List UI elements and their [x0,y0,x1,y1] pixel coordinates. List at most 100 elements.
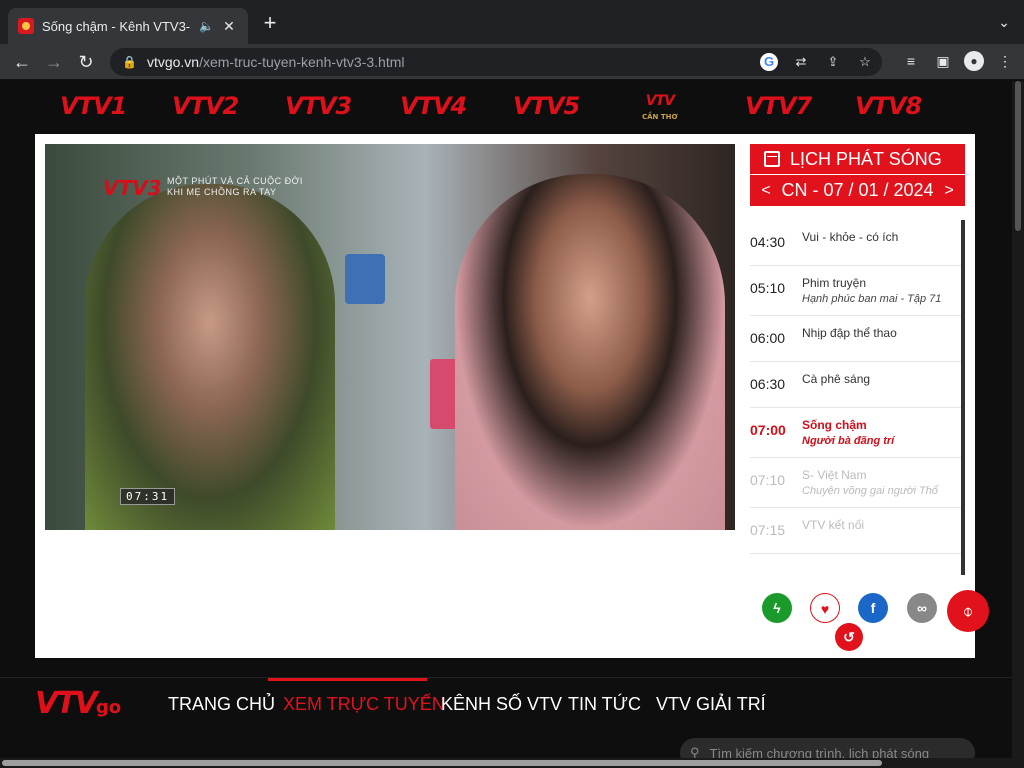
next-day-button[interactable]: > [941,182,957,200]
watermark-line-2: KHI MẸ CHỒNG RA TAY [167,187,277,197]
schedule-item-name: VTV kết nối [802,518,865,532]
site-navbar: VTVgo TRANG CHỦ XEM TRỰC TUYẾN KÊNH SỐ V… [0,677,1012,768]
schedule-item-time: 07:10 [750,472,786,488]
profile-avatar-icon[interactable]: ● [964,51,984,71]
schedule-title: LỊCH PHÁT SÓNG [790,148,942,169]
channel-vtv2[interactable]: VTV2 [172,91,239,121]
action-buttons: ϟ ♥ f ∞ ↺ [762,593,962,653]
schedule-item-time: 04:30 [750,234,786,250]
watermark-line-1: MỘT PHÚT VÀ CẢ CUỘC ĐỜI [167,176,303,186]
forward-button[interactable]: → [42,50,66,74]
flash-icon[interactable]: ϟ [762,593,792,623]
back-button[interactable]: ← [10,50,34,74]
close-icon[interactable]: ✕ [220,18,238,35]
nav-entertainment[interactable]: VTV GIẢI TRÍ [656,694,766,715]
schedule-item-time: 07:00 [750,422,786,438]
horizontal-scrollbar[interactable] [0,758,1012,768]
schedule-item[interactable]: 05:10 Phim truyện Hạnh phúc ban mai - Tậ… [750,266,961,316]
schedule-item[interactable]: 07:15 VTV kết nối [750,508,961,554]
nav-vtv-digital[interactable]: KÊNH SỐ VTV [441,694,562,715]
schedule-item[interactable]: 07:10 S- Việt Nam Chuyện võng gai người … [750,458,961,508]
schedule-item[interactable]: 06:30 Cà phê sáng [750,362,961,408]
video-frame-person-right [455,174,725,530]
browser-tabbar: Sống chậm - Kênh VTV3- 🔈 ✕ + ⌄ [0,0,1024,44]
facebook-icon[interactable]: f [858,593,888,623]
channel-vtv1[interactable]: VTV1 [60,91,127,121]
schedule-item-name: Vui - khỏe - có ích [802,230,899,244]
address-bar[interactable]: 🔒 vtvgo.vn/xem-truc-tuyen-kenh-vtv3-3.ht… [110,48,882,76]
lock-icon[interactable]: 🔒 [122,55,137,69]
schedule-item-time: 06:00 [750,330,786,346]
media-control-icon[interactable]: ≡ [900,50,922,72]
tab-title: Sống chậm - Kênh VTV3- [42,18,191,34]
channel-vtv-can-tho-sub: CẦN THƠ [642,113,678,121]
nav-live[interactable]: XEM TRỰC TUYẾN [283,694,445,715]
video-frame-background-object [345,254,385,304]
schedule-item-name: Sống chậm [802,418,867,432]
refresh-icon[interactable]: ↺ [835,623,863,651]
channel-strip: VTV1 VTV2 VTV3 VTV4 VTV5 VTV CẦN THƠ VTV… [0,81,1012,133]
speaker-icon[interactable]: 🔈 [199,19,214,33]
schedule-item-name: Phim truyện [802,276,867,290]
google-icon[interactable]: G [760,53,778,71]
translate-icon[interactable]: ⇄ [792,53,810,71]
url-text[interactable]: vtvgo.vn/xem-truc-tuyen-kenh-vtv3-3.html [147,54,405,70]
schedule-date: CN - 07 / 01 / 2024 [781,180,934,200]
channel-vtv-can-tho[interactable]: VTV CẦN THƠ [642,93,678,123]
channel-vtv4[interactable]: VTV4 [400,91,467,121]
url-domain: vtvgo.vn [146,54,200,70]
schedule-item-name: Nhịp đập thể thao [802,326,897,340]
schedule-item-time: 05:10 [750,280,786,296]
calendar-icon [764,151,780,167]
nav-news[interactable]: TIN TỨC [568,694,641,715]
vtvgo-logo-vtv: VTV [35,686,98,721]
schedule-item-subtitle: Hạnh phúc ban mai - Tập 71 [802,293,942,305]
vtv-favicon-icon [18,18,34,34]
video-timecode: 07:31 [120,488,176,505]
side-panel-icon[interactable]: ▣ [932,50,954,72]
nav-home[interactable]: TRANG CHỦ [168,694,275,715]
vtv3-watermark-logo: VTV3 [103,176,162,200]
channel-vtv-can-tho-label: VTV [645,93,675,109]
page: VTV1 VTV2 VTV3 VTV4 VTV5 VTV CẦN THƠ VTV… [0,81,1012,768]
browser-toolbar: ← → ↻ 🔒 vtvgo.vn/xem-truc-tuyen-kenh-vtv… [0,44,1024,80]
schedule-item[interactable]: 04:30 Vui - khỏe - có ích [750,220,961,266]
bookmark-star-icon[interactable]: ☆ [856,53,874,71]
schedule-scroll-indicator[interactable] [961,240,965,300]
vertical-scrollbar[interactable] [1012,81,1024,768]
video-player[interactable]: VTV3 MỘT PHÚT VÀ CẢ CUỘC ĐỜI KHI MẸ CHỒN… [45,144,735,530]
schedule-item-time: 06:30 [750,376,786,392]
browser-tab[interactable]: Sống chậm - Kênh VTV3- 🔈 ✕ [8,8,248,44]
channel-vtv8[interactable]: VTV8 [855,91,922,121]
previous-day-button[interactable]: < [758,182,774,200]
schedule-list[interactable]: 04:30 Vui - khỏe - có ích 05:10 Phim tru… [750,220,965,575]
schedule-item-subtitle: Chuyện võng gai người Thổ [802,485,938,497]
tab-search-icon[interactable]: ⌄ [998,14,1010,31]
channel-vtv5[interactable]: VTV5 [513,91,580,121]
link-icon[interactable]: ∞ [907,593,937,623]
new-tab-button[interactable]: + [258,12,282,34]
content-box: VTV3 MỘT PHÚT VÀ CẢ CUỘC ĐỜI KHI MẸ CHỒN… [35,134,975,658]
reload-button[interactable]: ↻ [74,50,98,74]
schedule-item-name: Cà phê sáng [802,372,871,386]
share-icon[interactable]: ⇪ [824,53,842,71]
schedule-item-time: 07:15 [750,522,786,538]
heart-icon[interactable]: ♥ [810,593,840,623]
vtvgo-logo[interactable]: VTVgo [35,686,121,721]
schedule-item-name: S- Việt Nam [802,468,867,482]
channel-vtv7[interactable]: VTV7 [745,91,812,121]
schedule-header: LỊCH PHÁT SÓNG [750,144,965,174]
schedule-date-bar: < CN - 07 / 01 / 2024 > [750,174,965,206]
channel-vtv3[interactable]: VTV3 [285,91,352,121]
video-frame-person-left [85,184,335,530]
scroll-mouse-icon[interactable]: ⌽ [947,590,989,632]
vtvgo-logo-go: go [95,697,122,718]
schedule-item-subtitle: Người bà đãng trí [802,435,895,447]
url-path: /xem-truc-tuyen-kenh-vtv3-3.html [199,54,405,70]
schedule-item[interactable]: 06:00 Nhịp đập thể thao [750,316,961,362]
schedule-item-current[interactable]: 07:00 Sống chậm Người bà đãng trí [750,408,961,458]
schedule-panel: LỊCH PHÁT SÓNG < CN - 07 / 01 / 2024 > 0… [750,144,965,575]
program-watermark-text: MỘT PHÚT VÀ CẢ CUỘC ĐỜI KHI MẸ CHỒNG RA … [167,176,303,198]
menu-kebab-icon[interactable]: ⋮ [994,50,1016,72]
active-nav-underline [268,678,427,681]
